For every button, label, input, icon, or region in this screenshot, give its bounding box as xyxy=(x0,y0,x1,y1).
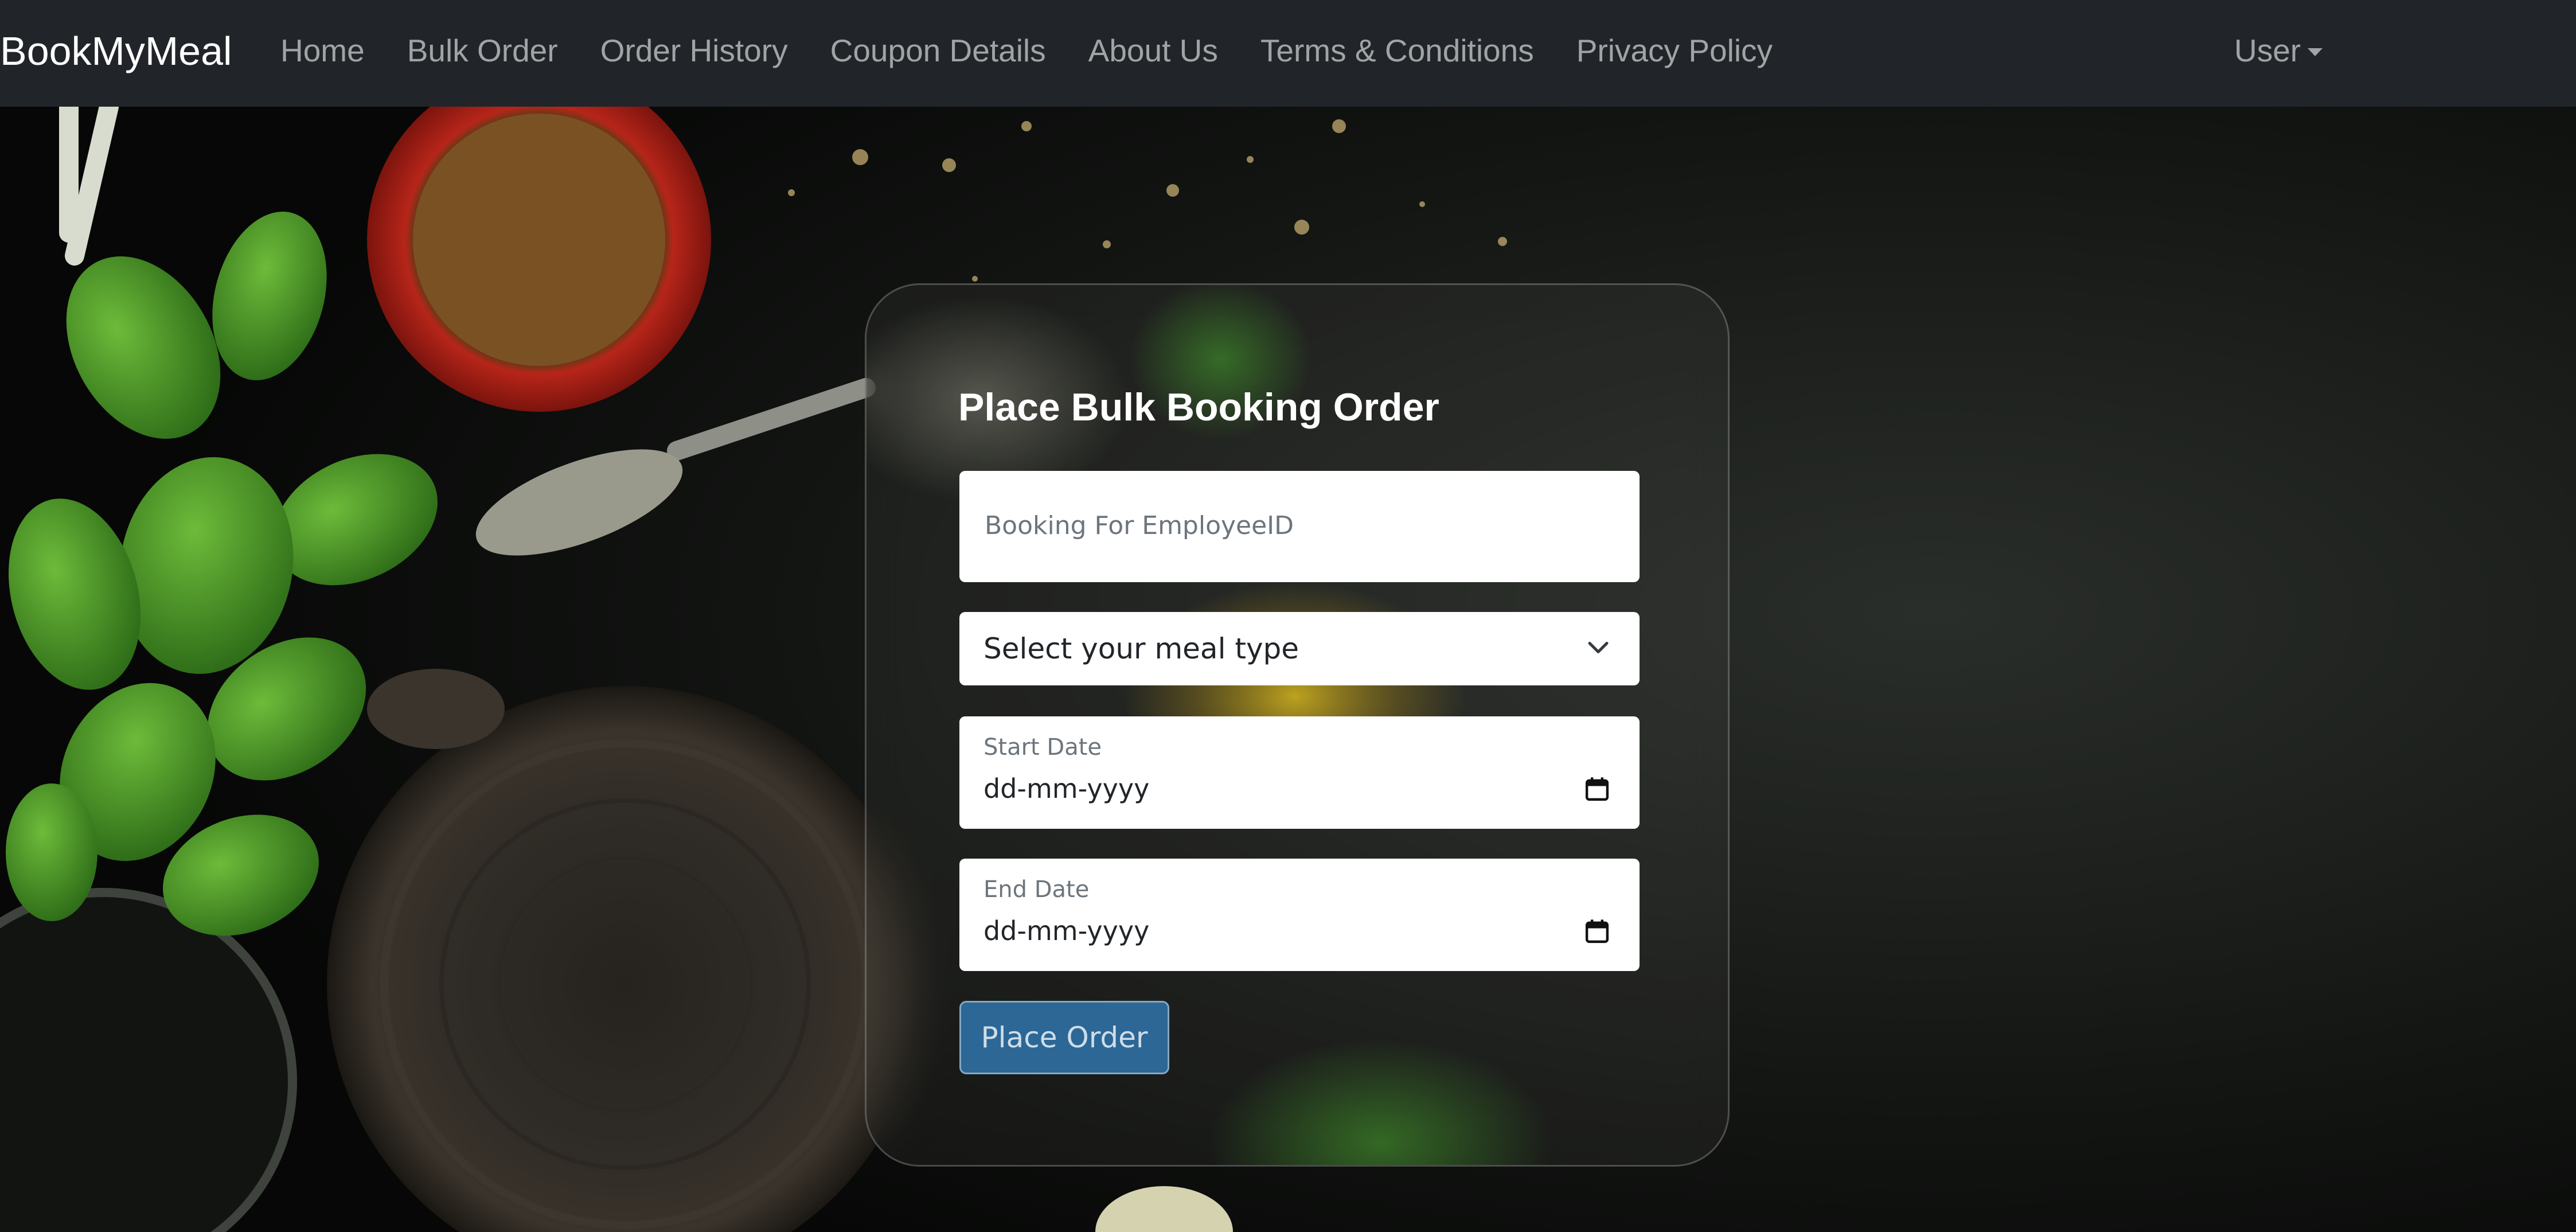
end-date-input[interactable]: dd-mm-yyyy xyxy=(983,913,1149,949)
calendar-icon[interactable] xyxy=(1584,776,1610,802)
nav-order-history-link[interactable]: Order History xyxy=(600,28,788,73)
chevron-down-icon xyxy=(1588,642,1609,653)
employee-id-field xyxy=(959,471,1640,582)
calendar-icon[interactable] xyxy=(1584,918,1610,945)
caret-down-icon xyxy=(2308,48,2323,56)
nav-links: Home Bulk Order Order History Coupon Det… xyxy=(280,28,1773,73)
meal-type-select[interactable]: Select your meal type xyxy=(959,612,1640,685)
employee-id-input[interactable] xyxy=(983,502,1617,549)
nav-bulk-order-link[interactable]: Bulk Order xyxy=(407,28,558,73)
end-date-field[interactable]: End Date dd-mm-yyyy xyxy=(959,859,1640,971)
start-date-field[interactable]: Start Date dd-mm-yyyy xyxy=(959,716,1640,829)
nav-about-us-link[interactable]: About Us xyxy=(1088,28,1218,73)
nav-home-link[interactable]: Home xyxy=(280,28,365,73)
end-date-label: End Date xyxy=(983,876,1090,903)
nav-terms-link[interactable]: Terms & Conditions xyxy=(1260,28,1534,73)
meal-type-selected-value: Select your meal type xyxy=(983,632,1299,665)
brand-logo[interactable]: BookMyMeal xyxy=(0,25,232,77)
place-order-button[interactable]: Place Order xyxy=(959,1001,1169,1074)
user-dropdown-toggle[interactable]: User xyxy=(2234,28,2323,73)
start-date-label: Start Date xyxy=(983,734,1102,761)
top-navbar: BookMyMeal Home Bulk Order Order History… xyxy=(0,0,2576,107)
nav-privacy-policy-link[interactable]: Privacy Policy xyxy=(1576,28,1773,73)
page: BookMyMeal Home Bulk Order Order History… xyxy=(0,0,2576,1232)
form-title: Place Bulk Booking Order xyxy=(958,385,1439,429)
nav-coupon-details-link[interactable]: Coupon Details xyxy=(830,28,1046,73)
bulk-booking-form-card: Place Bulk Booking Order Select your mea… xyxy=(865,283,1730,1167)
start-date-input[interactable]: dd-mm-yyyy xyxy=(983,770,1149,807)
user-dropdown-label: User xyxy=(2234,33,2301,68)
